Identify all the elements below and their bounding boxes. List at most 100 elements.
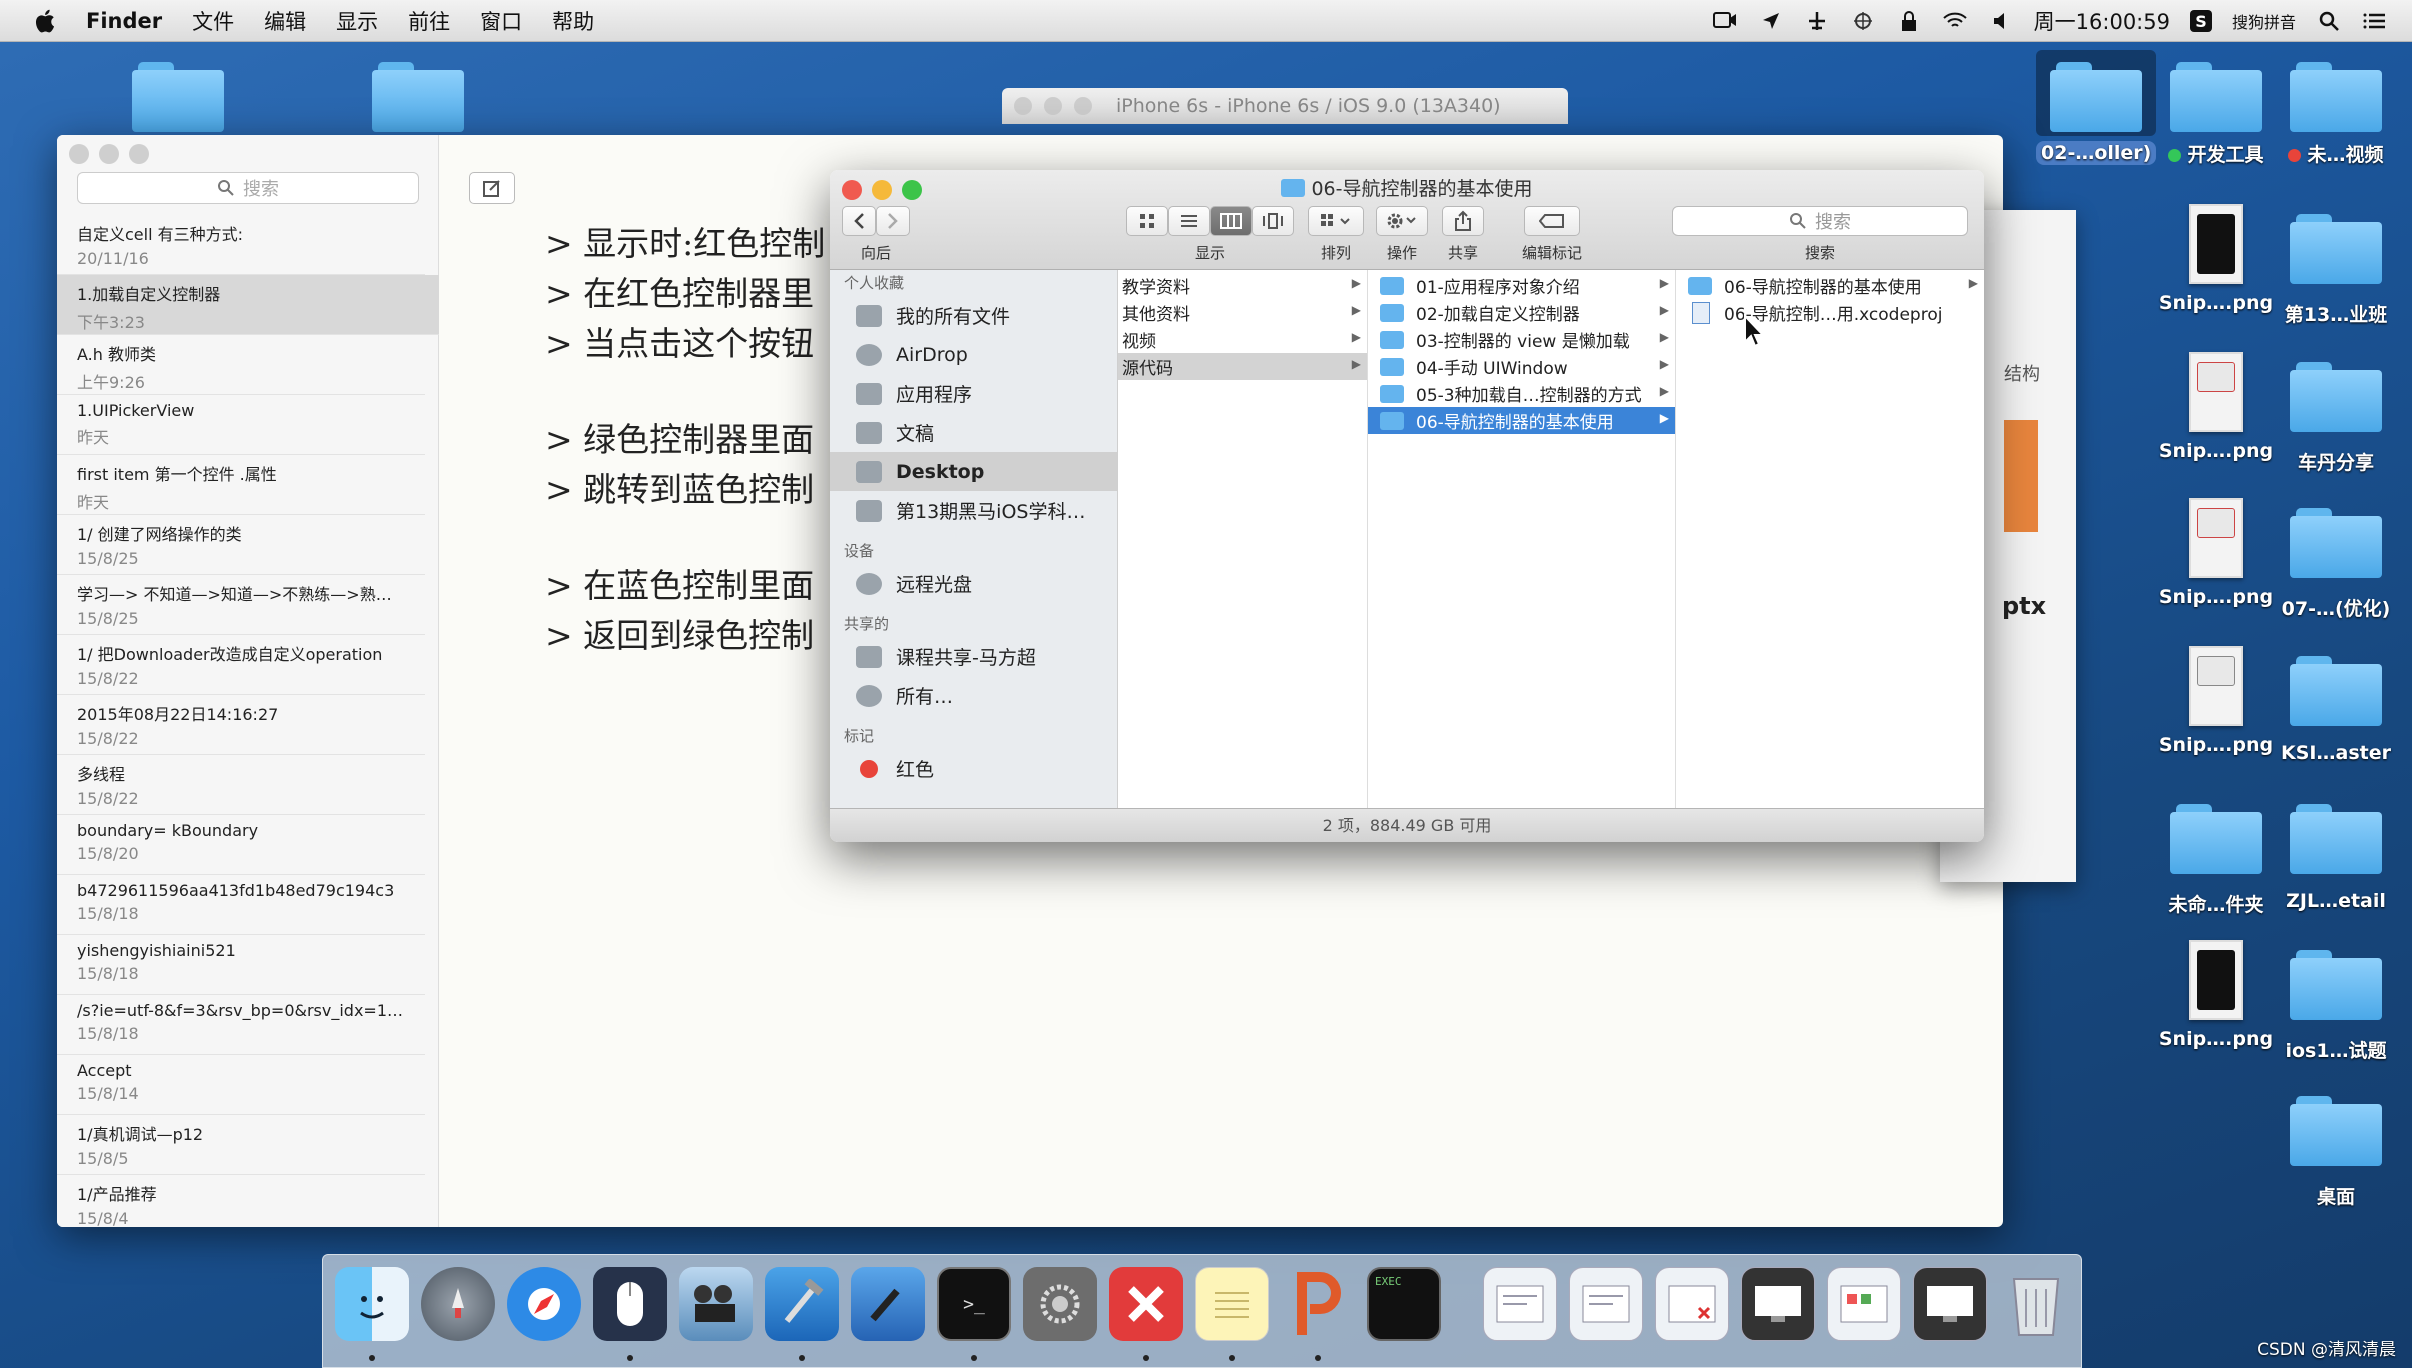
sidebar-item[interactable]: AirDrop — [830, 335, 1117, 374]
column-item[interactable]: 教学资料 ▶ — [1118, 272, 1367, 299]
column-item[interactable]: 03-控制器的 view 是懒加载 ▶ — [1368, 326, 1675, 353]
document-dock-icon[interactable] — [1827, 1267, 1901, 1341]
desktop-folder[interactable] — [118, 62, 238, 132]
compose-note-button[interactable] — [469, 172, 515, 204]
note-list-item[interactable]: 多线程 15/8/22 — [57, 755, 425, 815]
menu-window[interactable]: 窗口 — [480, 6, 522, 36]
close-button[interactable] — [1014, 97, 1032, 115]
column-item[interactable]: 视频 ▶ — [1118, 326, 1367, 353]
sidebar-item[interactable]: 应用程序 — [830, 374, 1117, 413]
desktop-file[interactable]: Snip….png — [2156, 646, 2276, 756]
note-list-item[interactable]: boundary= kBoundary 15/8/20 — [57, 815, 425, 875]
sidebar-item[interactable]: 第13期黑马iOS学科… — [830, 491, 1117, 530]
close-button[interactable] — [69, 144, 89, 164]
notes-dock-icon[interactable] — [1195, 1267, 1269, 1341]
desktop-folder[interactable]: 07-…(优化) — [2276, 508, 2396, 621]
column-item[interactable]: 05-3种加载自…控制器的方式 ▶ — [1368, 380, 1675, 407]
menubar-clock[interactable]: 周一16:00:59 — [2034, 6, 2170, 36]
menu-help[interactable]: 帮助 — [552, 6, 594, 36]
minimize-button[interactable] — [1044, 97, 1062, 115]
launchpad-dock-icon[interactable] — [421, 1267, 495, 1341]
imovie-dock-icon[interactable] — [679, 1267, 753, 1341]
list-view-button[interactable] — [1168, 206, 1210, 236]
column-item[interactable]: 其他资料 ▶ — [1118, 299, 1367, 326]
desktop-folder[interactable]: ZJL…etail — [2276, 804, 2396, 912]
desktop-file[interactable]: Snip….png — [2156, 940, 2276, 1050]
desktop-folder[interactable]: 开发工具 — [2156, 62, 2276, 167]
minimize-button[interactable] — [99, 144, 119, 164]
coverflow-view-button[interactable] — [1252, 206, 1294, 236]
desktop-folder[interactable] — [358, 62, 478, 132]
sidebar-item[interactable]: 所有… — [830, 676, 1117, 715]
wifi-icon[interactable] — [1942, 8, 1968, 34]
document-dock-icon[interactable] — [1913, 1267, 1987, 1341]
system-preferences-dock-icon[interactable] — [1023, 1267, 1097, 1341]
note-list-item[interactable]: first item 第一个控件 .属性 昨天 — [57, 455, 425, 515]
zoom-button[interactable] — [129, 144, 149, 164]
desktop-folder[interactable]: 桌面 — [2276, 1096, 2396, 1209]
menu-file[interactable]: 文件 — [192, 6, 234, 36]
note-list-item[interactable]: b4729611596aa413fd1b48ed79c194c3 15/8/18 — [57, 875, 425, 935]
column-item[interactable]: 01-应用程序对象介绍 ▶ — [1368, 272, 1675, 299]
desktop-file[interactable]: Snip….png — [2156, 352, 2276, 462]
sidebar-item[interactable]: 课程共享-马方超 — [830, 637, 1117, 676]
sidebar-item[interactable]: 红色 — [830, 749, 1117, 788]
menu-finder[interactable]: Finder — [86, 9, 162, 33]
document-dock-icon[interactable] — [1741, 1267, 1815, 1341]
input-method-label[interactable]: 搜狗拼音 — [2232, 9, 2296, 33]
action-button[interactable] — [1376, 206, 1428, 236]
location-icon[interactable] — [1758, 8, 1784, 34]
desktop-file[interactable]: Snip….png — [2156, 498, 2276, 608]
menu-view[interactable]: 显示 — [336, 6, 378, 36]
terminal-dock-icon[interactable]: >_ — [937, 1267, 1011, 1341]
finder-dock-icon[interactable] — [335, 1267, 409, 1341]
column-item[interactable]: 06-导航控制器的基本使用 ▶ — [1676, 272, 1984, 299]
note-list-item[interactable]: 1/真机调试—p12 15/8/5 — [57, 1115, 425, 1175]
note-content[interactable]: > 显示时:红色控制 > 在红色控制器里 > 当点击这个按钮 > 绿色控制器里面 > 跳… — [545, 217, 825, 659]
column-item[interactable]: 02-加载自定义控制器 ▶ — [1368, 299, 1675, 326]
xcode-dock-icon[interactable] — [765, 1267, 839, 1341]
document-dock-icon[interactable] — [1483, 1267, 1557, 1341]
forward-button[interactable] — [876, 206, 910, 236]
note-list-item[interactable]: 1/ 创建了网络操作的类 15/8/25 — [57, 515, 425, 575]
note-list-item[interactable]: 1/产品推荐 15/8/4 — [57, 1175, 425, 1227]
sync-icon[interactable] — [1850, 8, 1876, 34]
sidebar-item[interactable]: 远程光盘 — [830, 564, 1117, 603]
screen-record-icon[interactable] — [1712, 8, 1738, 34]
sidebar-item[interactable]: 文稿 — [830, 413, 1117, 452]
finder-search-input[interactable]: 搜索 — [1672, 206, 1968, 236]
menu-go[interactable]: 前往 — [408, 6, 450, 36]
notification-center-icon[interactable] — [2362, 8, 2388, 34]
sidebar-item[interactable]: Desktop — [830, 452, 1117, 491]
note-list-item[interactable]: 2015年08月22日14:16:27 15/8/22 — [57, 695, 425, 755]
mouse-app-dock-icon[interactable] — [593, 1267, 667, 1341]
sidebar-item[interactable]: 我的所有文件 — [830, 296, 1117, 335]
volume-icon[interactable] — [1988, 8, 2014, 34]
note-list-item[interactable]: Accept 15/8/14 — [57, 1055, 425, 1115]
desktop-folder[interactable]: 第13…业班 — [2276, 214, 2396, 327]
note-list-item[interactable]: A.h 教师类 上午9:26 — [57, 335, 425, 395]
console-dock-icon[interactable]: EXEC — [1367, 1267, 1441, 1341]
icon-view-button[interactable] — [1126, 206, 1168, 236]
xmind-dock-icon[interactable] — [1109, 1267, 1183, 1341]
note-list-item[interactable]: 1.加载自定义控制器 下午3:23 — [57, 275, 439, 335]
desktop-folder[interactable]: 未命…件夹 — [2156, 804, 2276, 917]
safari-dock-icon[interactable] — [507, 1267, 581, 1341]
note-list-item[interactable]: 自定义cell 有三种方式: 20/11/16 — [57, 215, 425, 275]
simulator-window[interactable]: iPhone 6s - iPhone 6s / iOS 9.0 (13A340) — [1002, 88, 1568, 124]
back-button[interactable] — [842, 206, 876, 236]
instruments-dock-icon[interactable] — [851, 1267, 925, 1341]
sogou-icon[interactable]: S — [2189, 10, 2212, 32]
note-list-item[interactable]: /s?ie=utf-8&f=3&rsv_bp=0&rsv_idx=1… 15/8/… — [57, 995, 425, 1055]
desktop-folder[interactable]: 车丹分享 — [2276, 362, 2396, 475]
note-list-item[interactable]: 学习—> 不知道—>知道—>不熟练—>熟… 15/8/25 — [57, 575, 425, 635]
airplane-icon[interactable] — [1804, 8, 1830, 34]
column-item[interactable]: 源代码 ▶ — [1118, 353, 1367, 380]
desktop-file[interactable]: Snip….png — [2156, 204, 2276, 314]
column-item[interactable]: 06-导航控制…用.xcodeproj — [1676, 299, 1984, 326]
arrange-button[interactable] — [1308, 206, 1364, 236]
zoom-button[interactable] — [1074, 97, 1092, 115]
note-list-item[interactable]: 1/ 把Downloader改造成自定义operation 15/8/22 — [57, 635, 425, 695]
spotlight-icon[interactable] — [2316, 8, 2342, 34]
trash-icon[interactable] — [1999, 1267, 2073, 1341]
